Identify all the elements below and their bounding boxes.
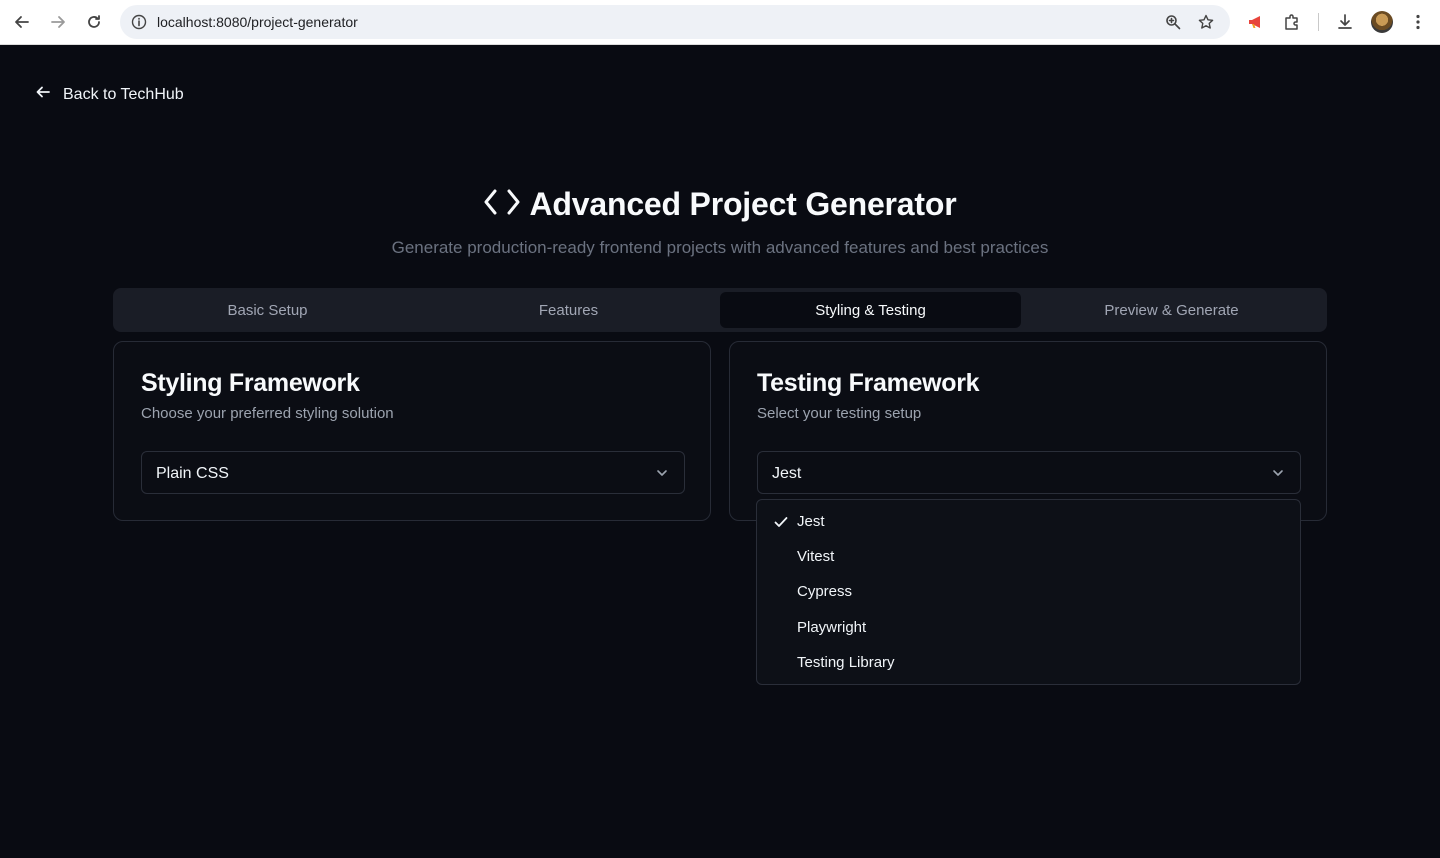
option-cypress[interactable]: Cypress: [761, 575, 1298, 609]
zoom-icon[interactable]: [1162, 11, 1184, 33]
testing-framework-options: Jest Vitest Cypress Playwright Testing L…: [756, 499, 1301, 685]
tab-preview-generate[interactable]: Preview & Generate: [1021, 292, 1322, 328]
download-icon[interactable]: [1334, 11, 1356, 33]
back-to-techhub-link[interactable]: Back to TechHub: [35, 84, 184, 105]
styling-selected-value: Plain CSS: [156, 465, 229, 482]
forward-arrow-icon[interactable]: [47, 11, 69, 33]
option-jest[interactable]: Jest: [761, 505, 1298, 539]
page-header: Advanced Project Generator: [0, 186, 1440, 223]
option-label: Playwright: [797, 619, 867, 636]
testing-framework-card: Testing Framework Select your testing se…: [729, 341, 1327, 521]
extensions-puzzle-icon[interactable]: [1281, 11, 1303, 33]
styling-framework-select[interactable]: Plain CSS: [141, 451, 685, 494]
check-icon: [773, 514, 789, 530]
tab-styling-testing[interactable]: Styling & Testing: [720, 292, 1021, 328]
option-label: Cypress: [797, 583, 853, 600]
url-text: localhost:8080/project-generator: [157, 14, 358, 30]
option-vitest[interactable]: Vitest: [761, 540, 1298, 574]
option-playwright[interactable]: Playwright: [761, 611, 1298, 645]
tab-basic-setup[interactable]: Basic Setup: [117, 292, 418, 328]
arrow-left-icon: [35, 84, 51, 105]
bookmark-star-icon[interactable]: [1195, 11, 1217, 33]
browser-toolbar: localhost:8080/project-generator: [0, 0, 1440, 45]
option-testing-library[interactable]: Testing Library: [761, 646, 1298, 680]
page-title: Advanced Project Generator: [529, 186, 957, 222]
reload-icon[interactable]: [83, 11, 105, 33]
address-bar[interactable]: localhost:8080/project-generator: [120, 5, 1230, 39]
toolbar-divider: [1318, 13, 1319, 31]
tab-list: Basic Setup Features Styling & Testing P…: [113, 288, 1327, 332]
site-info-icon[interactable]: [128, 11, 150, 33]
profile-avatar[interactable]: [1371, 11, 1393, 33]
chevron-down-icon: [1270, 465, 1286, 481]
option-label: Jest: [797, 513, 825, 530]
testing-framework-select[interactable]: Jest: [757, 451, 1301, 494]
chevron-down-icon: [654, 465, 670, 481]
back-link-label: Back to TechHub: [63, 85, 184, 103]
testing-selected-value: Jest: [772, 465, 802, 482]
megaphone-icon[interactable]: [1245, 11, 1267, 33]
styling-framework-card: Styling Framework Choose your preferred …: [113, 341, 711, 521]
option-label: Vitest: [797, 548, 835, 565]
testing-card-title: Testing Framework: [757, 369, 980, 397]
code-brackets-icon: [484, 187, 520, 222]
styling-card-description: Choose your preferred styling solution: [141, 405, 394, 422]
option-label: Testing Library: [797, 654, 895, 671]
page-subtitle: Generate production-ready frontend proje…: [391, 238, 1049, 257]
tab-features[interactable]: Features: [418, 292, 719, 328]
testing-card-description: Select your testing setup: [757, 405, 922, 422]
styling-card-title: Styling Framework: [141, 369, 360, 397]
back-arrow-icon[interactable]: [11, 11, 33, 33]
kebab-menu-icon[interactable]: [1407, 11, 1429, 33]
